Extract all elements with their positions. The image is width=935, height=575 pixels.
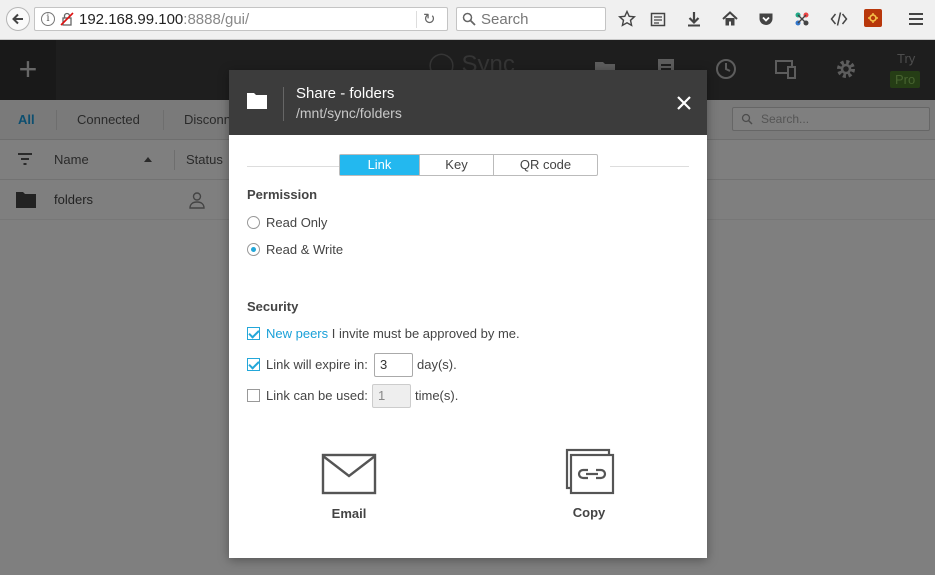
- download-icon[interactable]: [684, 9, 704, 29]
- close-icon[interactable]: [675, 94, 693, 112]
- segment-rule-right: [610, 166, 689, 167]
- expire-label: Link will expire in:: [266, 357, 368, 372]
- search-placeholder: Search: [481, 11, 529, 28]
- tab-key[interactable]: Key: [419, 155, 493, 175]
- envelope-icon: [321, 453, 377, 495]
- extension-icon[interactable]: [792, 9, 812, 29]
- url-divider: [416, 11, 417, 28]
- segment-rule-left: [247, 166, 339, 167]
- tab-link[interactable]: Link: [340, 155, 419, 175]
- back-arrow-icon: [12, 13, 23, 25]
- addon-icon[interactable]: [864, 9, 882, 27]
- read-only-label[interactable]: Read Only: [266, 215, 327, 230]
- search-icon: [462, 12, 476, 26]
- tab-qr-code[interactable]: QR code: [493, 155, 597, 175]
- folder-path: /mnt/sync/folders: [296, 105, 402, 121]
- developer-tools-icon[interactable]: [829, 9, 849, 29]
- uses-label: Link can be used:: [266, 388, 368, 403]
- uses-unit: time(s).: [415, 388, 459, 403]
- pocket-icon[interactable]: [756, 9, 776, 29]
- permission-heading: Permission: [247, 187, 318, 202]
- reading-list-icon[interactable]: [648, 9, 668, 29]
- dialog-title: Share - folders: [296, 85, 395, 102]
- dialog-header: Share - folders /mnt/sync/folders: [229, 70, 707, 135]
- radio-read-write[interactable]: [247, 243, 260, 256]
- uses-count-input[interactable]: 1: [372, 384, 411, 408]
- expire-days-input[interactable]: 3: [374, 353, 413, 377]
- radio-read-only[interactable]: [247, 216, 260, 229]
- email-button[interactable]: Email: [317, 453, 381, 521]
- info-icon[interactable]: i: [41, 12, 55, 26]
- insecure-lock-icon: [60, 12, 74, 26]
- expire-checkbox[interactable]: [247, 358, 260, 371]
- share-mode-tabs: Link Key QR code: [339, 154, 598, 176]
- expire-unit: day(s).: [417, 357, 457, 372]
- browser-toolbar: i 192.168.99.100:8888/gui/ ↻ Search: [0, 0, 935, 40]
- bookmark-star-icon[interactable]: [617, 9, 637, 29]
- new-peers-text: I invite must be approved by me.: [331, 326, 520, 341]
- home-icon[interactable]: [720, 9, 740, 29]
- reload-icon[interactable]: ↻: [423, 10, 436, 28]
- folder-icon: [247, 93, 267, 109]
- email-label: Email: [331, 506, 367, 521]
- new-peers-label: New peers I invite must be approved by m…: [266, 326, 520, 341]
- new-peers-checkbox[interactable]: [247, 327, 260, 340]
- share-dialog: Share - folders /mnt/sync/folders Link K…: [229, 70, 707, 558]
- security-heading: Security: [247, 299, 299, 314]
- url-bar[interactable]: i 192.168.99.100:8888/gui/ ↻: [34, 7, 448, 31]
- read-write-label[interactable]: Read & Write: [266, 242, 343, 257]
- url-text: 192.168.99.100:8888/gui/: [79, 11, 250, 28]
- copy-label: Copy: [572, 505, 606, 520]
- back-button[interactable]: [6, 7, 30, 31]
- copy-link-icon: [565, 448, 615, 495]
- browser-search-input[interactable]: Search: [456, 7, 606, 31]
- copy-button[interactable]: Copy: [559, 448, 619, 520]
- hamburger-menu-icon[interactable]: [906, 9, 926, 29]
- header-divider: [283, 87, 284, 121]
- uses-checkbox[interactable]: [247, 389, 260, 402]
- new-peers-link[interactable]: New peers: [266, 326, 328, 341]
